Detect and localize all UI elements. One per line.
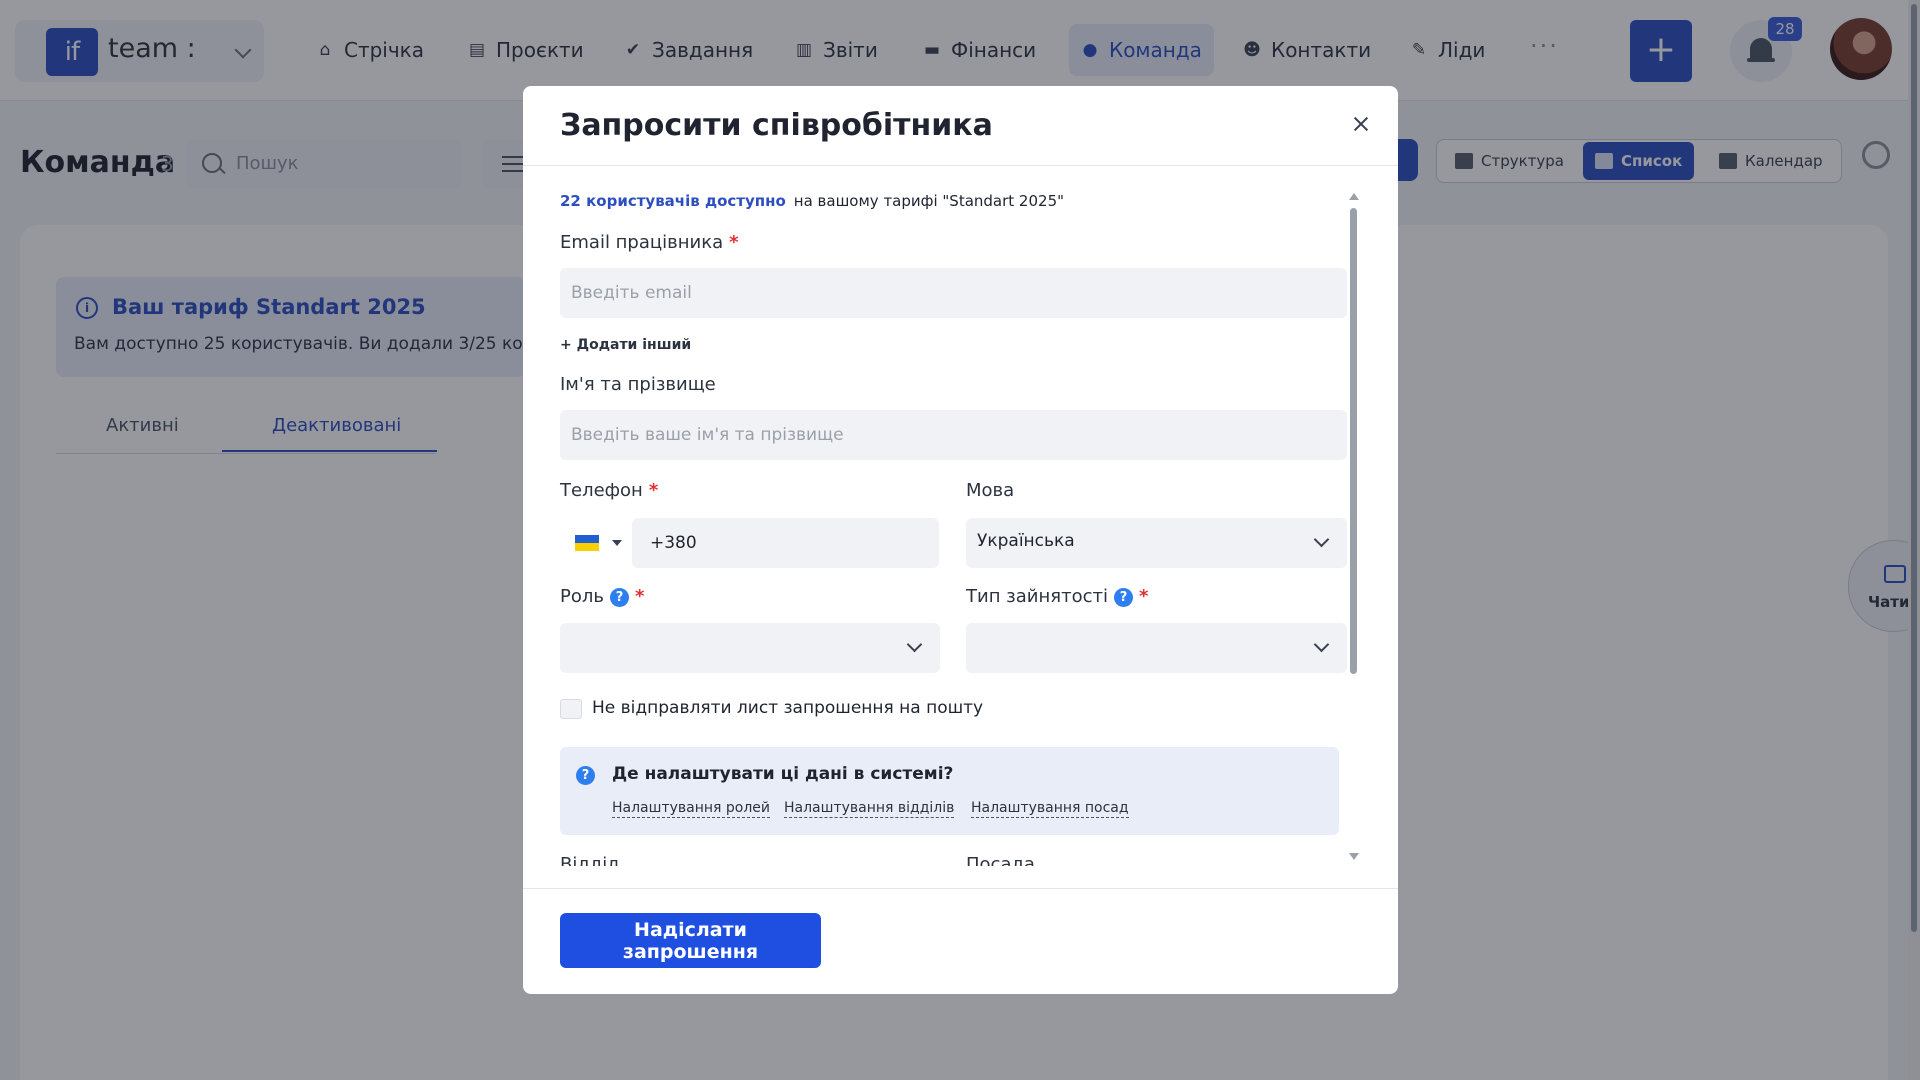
modal-header-divider [523, 165, 1398, 166]
availability-text: на вашому тарифі "Standart 2025" [793, 192, 1065, 210]
chevron-down-icon [1313, 531, 1330, 548]
phone-field[interactable] [632, 518, 939, 568]
no-invite-email-label[interactable]: Не відправляти лист запрошення на пошту [592, 698, 983, 718]
required-mark: * [729, 232, 739, 253]
ukraine-flag-icon [575, 535, 599, 551]
phone-label-text: Телефон [560, 480, 643, 501]
phone-label: Телефон * [560, 480, 658, 501]
employment-type-label-text: Тип зайнятості [966, 586, 1108, 607]
positions-settings-link[interactable]: Налаштування посад [971, 800, 1129, 818]
no-invite-email-checkbox[interactable] [560, 699, 582, 719]
help-icon[interactable]: ? [609, 588, 629, 607]
position-label: Посада [966, 854, 1035, 866]
availability-count: 22 користувачів доступно [560, 192, 786, 210]
modal-scrollbar-thumb[interactable] [1350, 208, 1357, 674]
email-label: Email працівника * [560, 232, 739, 253]
modal-footer-divider [523, 888, 1398, 889]
language-value: Українська [977, 531, 1075, 551]
scroll-down-icon[interactable] [1349, 853, 1359, 860]
departments-settings-link[interactable]: Налаштування відділів [784, 800, 955, 818]
close-icon[interactable] [1349, 112, 1373, 136]
add-another-email-link[interactable]: + Додати інший [560, 337, 691, 353]
required-mark: * [1138, 586, 1149, 607]
invite-employee-modal: Запросити співробітника 22 користувачів … [523, 86, 1398, 994]
role-label: Роль? * [560, 586, 644, 607]
employment-type-select[interactable] [966, 623, 1347, 673]
send-invite-button[interactable]: Надіслати запрошення [560, 913, 821, 968]
caret-down-icon [612, 540, 622, 546]
full-name-label: Ім'я та прізвище [560, 374, 716, 395]
help-icon: ? [576, 766, 595, 785]
employment-type-label: Тип зайнятості? * [966, 586, 1148, 607]
settings-help-box: ? Де налаштувати ці дані в системі? Нала… [560, 747, 1339, 835]
email-label-text: Email працівника [560, 232, 724, 253]
department-label: Відділ [560, 854, 619, 866]
chevron-down-icon [906, 636, 923, 653]
availability-note: 22 користувачів доступно на вашому тарифі… [560, 192, 1064, 210]
modal-title: Запросити співробітника [560, 108, 993, 143]
help-icon[interactable]: ? [1113, 588, 1133, 607]
roles-settings-link[interactable]: Налаштування ролей [612, 800, 771, 818]
required-mark: * [648, 480, 659, 501]
language-select[interactable]: Українська [966, 518, 1347, 568]
settings-help-title: Де налаштувати ці дані в системі? [612, 764, 954, 784]
email-field[interactable] [560, 268, 1347, 318]
chevron-down-icon [1313, 636, 1330, 653]
role-select[interactable] [560, 623, 940, 673]
language-label: Мова [966, 480, 1015, 501]
required-mark: * [634, 586, 645, 607]
full-name-field[interactable] [560, 410, 1347, 460]
role-label-text: Роль [560, 586, 604, 607]
scroll-up-icon[interactable] [1349, 193, 1359, 200]
country-code-select[interactable] [560, 518, 630, 568]
